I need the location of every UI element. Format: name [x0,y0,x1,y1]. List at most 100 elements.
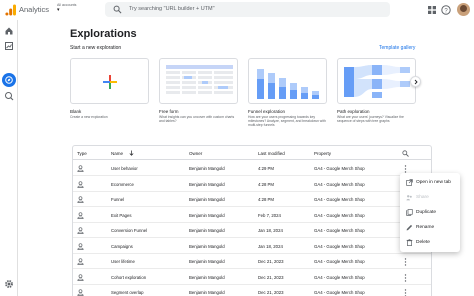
row-name[interactable]: Segment overlap [111,290,144,295]
row-last-modified: Jan 18, 2024 [258,243,283,249]
table-row[interactable]: Campaigns Benjamin Mangold Jan 18, 2024 GA4… [73,239,431,254]
avatar[interactable] [457,3,470,16]
more-vert-icon[interactable] [404,289,407,296]
template-card-free-form[interactable]: Free form What insights can you uncover … [159,58,238,126]
row-name[interactable]: Exit Pages [111,213,132,218]
menu-item-label: Share [416,195,429,200]
person-icon [77,227,84,234]
reports-icon[interactable] [4,41,14,51]
table-row[interactable]: User behavior Benjamin Mangold 4:29 PM GA4 … [73,161,431,176]
menu-item-rename[interactable]: Rename [400,220,460,235]
row-property: GA4 - Google Merch Shop [314,197,365,202]
search-placeholder: Try searching "URL builder + UTM" [129,6,215,12]
analytics-logo-icon[interactable] [5,4,17,16]
row-name[interactable]: Funnel [111,197,124,202]
plus-icon [103,75,117,89]
row-owner: Benjamin Mangold [189,228,225,233]
edit-icon [406,224,413,231]
section-subtitle: Start a new exploration [70,45,122,51]
row-last-modified: 4:28 PM [258,181,275,187]
person-icon [77,289,84,296]
column-header-last-modified[interactable]: Last modified [258,151,285,156]
row-property: GA4 - Google Merch Shop [314,166,365,171]
row-owner: Benjamin Mangold [189,259,225,264]
row-property: GA4 - Google Merch Shop [314,243,365,249]
chevron-right-icon [414,79,418,85]
duplicate-icon [406,209,413,216]
row-owner: Benjamin Mangold [189,197,225,202]
person-icon [77,165,84,172]
template-name: Free form [159,109,179,114]
row-owner: Benjamin Mangold [189,212,225,218]
menu-item-label: Rename [416,225,435,230]
table-row[interactable]: Cohort exploration Benjamin Mangold Dec 21… [73,270,431,285]
person-icon [77,180,84,188]
person-icon [77,196,84,203]
template-card-blank[interactable]: Blank Create a new exploration [70,58,149,126]
template-name: Blank [70,109,82,114]
search-icon [113,5,122,14]
column-header-owner[interactable]: Owner [189,151,202,156]
row-name[interactable]: User lifetime [111,259,135,264]
menu-item-delete[interactable]: Delete [400,235,460,250]
menu-item-open-new-tab[interactable]: Open in new tab [400,175,460,190]
row-name[interactable]: Ecommerce [111,182,134,187]
table-search-icon[interactable] [402,150,409,157]
menu-item-share: Share [400,190,460,205]
template-thumb-funnel [248,58,327,104]
column-header-type[interactable]: Type [77,151,87,156]
template-card-path[interactable]: Path exploration What are your users' jo… [337,58,416,126]
main-content: Explorations Start a new exploration Tem… [18,20,474,296]
row-owner: Benjamin Mangold [189,243,225,249]
person-icon [77,242,84,250]
account-selector[interactable]: All accounts ▾ [57,3,76,13]
table-row[interactable]: Conversion Funnel Benjamin Mangold Jan 18,… [73,223,431,238]
table-row[interactable]: Ecommerce Benjamin Mangold 4:28 PM GA4 - Go… [73,177,431,192]
person-icon [77,273,84,281]
settings-gear-icon[interactable] [4,279,14,289]
row-owner: Benjamin Mangold [189,290,225,295]
menu-item-label: Duplicate [416,210,436,215]
column-header-name[interactable]: Name [111,151,123,156]
template-thumb-free-form [159,58,238,104]
app-title: Analytics [19,5,50,14]
row-property: GA4 - Google Merch Shop [314,274,365,280]
row-property: GA4 - Google Merch Shop [314,290,365,295]
table-row[interactable]: Segment overlap Benjamin Mangold Dec 21, 2… [73,285,431,296]
sort-arrow-down-icon[interactable] [129,150,134,156]
row-name[interactable]: Conversion Funnel [111,228,147,233]
search-input[interactable]: Try searching "URL builder + UTM" [105,2,390,17]
table-row[interactable]: Exit Pages Benjamin Mangold Feb 7, 2024 GA4… [73,208,431,223]
row-last-modified: Dec 21, 2023 [258,259,284,264]
menu-item-duplicate[interactable]: Duplicate [400,205,460,220]
row-name[interactable]: Cohort exploration [111,275,146,280]
apps-grid-icon[interactable] [427,5,437,15]
explore-icon [5,76,13,84]
row-last-modified: 4:29 PM [258,166,275,171]
help-icon[interactable]: ? [441,5,451,15]
row-last-modified: Dec 21, 2023 [258,290,284,295]
table-row[interactable]: Funnel Benjamin Mangold 4:28 PM GA4 - Googl… [73,192,431,207]
row-owner: Benjamin Mangold [189,274,225,280]
table-preview-graphic [166,65,233,94]
menu-item-label: Delete [416,240,430,245]
home-icon[interactable] [4,26,14,36]
row-name[interactable]: Campaigns [111,244,133,249]
next-templates-button[interactable] [410,76,421,87]
template-description: How are your users progressing towards k… [248,115,326,128]
page-title: Explorations [70,28,137,40]
more-vert-icon[interactable] [404,273,407,282]
row-property: GA4 - Google Merch Shop [314,259,365,264]
template-gallery-link[interactable]: Template gallery [379,45,415,51]
template-card-funnel[interactable]: Funnel exploration How are your users pr… [248,58,327,128]
column-header-property[interactable]: Property [314,151,331,156]
more-vert-icon[interactable] [404,165,407,173]
row-name[interactable]: User behavior [111,166,138,171]
person-icon [77,211,84,219]
row-context-menu: Open in new tab Share Duplicate Rename D… [400,173,460,252]
table-row[interactable]: User lifetime Benjamin Mangold Dec 21, 202… [73,254,431,269]
more-vert-icon[interactable] [404,258,407,266]
row-last-modified: Feb 7, 2024 [258,212,281,218]
advertising-icon[interactable] [4,91,14,101]
template-name: Path exploration [337,109,370,114]
